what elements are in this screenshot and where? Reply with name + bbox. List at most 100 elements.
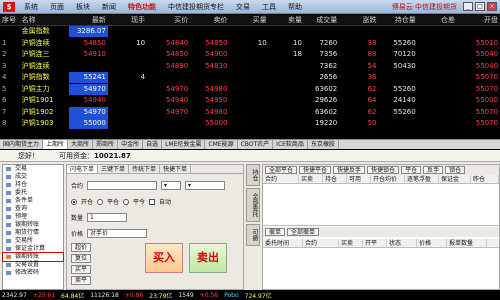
tab-cbot[interactable]: CBOT农产 xyxy=(238,140,274,149)
col-header[interactable]: 状态 xyxy=(387,239,417,247)
price-input[interactable]: 对手价 xyxy=(87,229,148,238)
quote-row[interactable]: 6 沪铜1901 54940 54940 54950 29626 64 24140 55000 xyxy=(0,95,500,107)
col-header[interactable]: 合约 xyxy=(263,175,299,183)
col-header[interactable]: 可用 xyxy=(347,175,371,183)
nav-item-margin-calc[interactable]: 保证金计算 xyxy=(3,245,63,253)
quote-row[interactable]: 2 沪铜连三 54910 54850 54900 18 7356 88 70120 55040 xyxy=(0,49,500,61)
close-button[interactable]: 平仓 xyxy=(401,166,422,174)
tab-positions[interactable]: 持仓 xyxy=(246,164,260,186)
lock-button[interactable]: 锁仓 xyxy=(445,166,466,174)
over-price-button[interactable]: 超价 xyxy=(71,243,92,252)
col-header[interactable]: 持仓 xyxy=(323,175,347,183)
tab-domestic-main[interactable]: 国内期货主力 xyxy=(0,140,44,149)
col-header[interactable]: 买量 xyxy=(229,15,268,25)
col-header[interactable]: 成交量 xyxy=(304,15,339,25)
tab-all-orders[interactable]: 全部委托 xyxy=(246,188,260,222)
tab-watchlist[interactable]: 自选 xyxy=(143,140,163,149)
tab-lme[interactable]: LME伦敦金属 xyxy=(162,140,206,149)
col-header[interactable]: 卖量 xyxy=(269,15,304,25)
quick-reverse-button[interactable]: 快捷反手 xyxy=(333,166,366,174)
auto-checkbox[interactable] xyxy=(149,198,156,205)
col-header[interactable]: 最新 xyxy=(69,15,108,25)
col-header[interactable]: 名称 xyxy=(22,15,69,25)
reset-button[interactable]: 复位 xyxy=(71,254,92,263)
tab-cme[interactable]: CME能源 xyxy=(205,140,238,149)
menu-features[interactable]: 特色功能 xyxy=(122,2,162,12)
nav-item-market[interactable]: 期货行情 xyxy=(3,229,63,237)
buy-close-button[interactable]: 买平 xyxy=(71,265,92,274)
quote-row[interactable]: 金属指数 3286.07 xyxy=(0,26,500,38)
col-header[interactable]: 涨跌 xyxy=(339,15,378,25)
nav-item-query[interactable]: 查询 xyxy=(3,205,63,213)
reverse-button[interactable]: 反手 xyxy=(423,166,444,174)
quick-close-button[interactable]: 快捷平仓 xyxy=(299,166,332,174)
close-icon[interactable]: × xyxy=(487,2,497,11)
buy-button[interactable]: 买入 xyxy=(145,243,183,273)
qty-input[interactable]: 1 xyxy=(87,213,128,222)
col-header[interactable]: 昨仓 xyxy=(471,175,499,183)
tab-three-key-order[interactable]: 三键下单 xyxy=(98,165,130,173)
col-header[interactable]: 价格 xyxy=(417,239,447,247)
col-header[interactable]: 现手 xyxy=(108,15,147,25)
nav-item-exchange[interactable]: 交易所 xyxy=(3,237,63,245)
nav-item-transfer[interactable]: 银期转账 xyxy=(3,221,63,229)
col-header[interactable]: 卖价 xyxy=(190,15,229,25)
col-header[interactable]: 序号 xyxy=(0,15,22,25)
col-header[interactable]: 持仓量 xyxy=(378,15,417,25)
quote-row[interactable]: 4 沪铜指数 55241 4 2656 36 55070 xyxy=(0,72,500,84)
menu-page[interactable]: 页面 xyxy=(44,2,70,12)
tab-czce[interactable]: 郑商所 xyxy=(93,140,119,149)
col-header[interactable]: 开仓均价 xyxy=(371,175,405,183)
tab-ice[interactable]: ICE软商品 xyxy=(273,140,308,149)
quote-row[interactable]: 7 沪铜1902 54970 54970 54980 63602 62 55260 55070 xyxy=(0,106,500,119)
nav-item-trade[interactable]: 交易 xyxy=(3,165,63,173)
sell-button[interactable]: 卖出 xyxy=(189,243,227,273)
nav-item-fills[interactable]: 成交 xyxy=(3,173,63,181)
menu-news[interactable]: 新闻 xyxy=(96,2,122,12)
nav-item-positions[interactable]: 持仓 xyxy=(3,181,63,189)
col-header[interactable]: 逐笔浮盈 xyxy=(405,175,439,183)
quote-row[interactable]: 3 沪铜连续 54890 54830 7362 54 50430 55040 xyxy=(0,61,500,73)
col-header[interactable]: 保证金 xyxy=(439,175,471,183)
menu-system[interactable]: 系统 xyxy=(18,2,44,12)
nav-item-conditional[interactable]: 条件单 xyxy=(3,197,63,205)
open-radio[interactable] xyxy=(71,198,77,205)
quote-row[interactable]: 8 沪铜1903 55000 55000 19220 50 55070 xyxy=(0,118,500,130)
nav-item-preset[interactable]: 预埋 xyxy=(3,213,63,221)
tab-shfe[interactable]: 上期所 xyxy=(43,140,69,149)
menu-sector[interactable]: 板块 xyxy=(70,2,96,12)
contract-type-select[interactable]: ▾ xyxy=(161,181,182,190)
col-header[interactable]: 开平 xyxy=(363,239,387,247)
nav-item-settings[interactable]: 交易设置 xyxy=(3,261,63,269)
maximize-icon[interactable]: □ xyxy=(475,2,485,11)
nav-item-orders[interactable]: 委托 xyxy=(3,189,63,197)
tab-classic-order[interactable]: 传统下单 xyxy=(129,165,161,173)
menu-column[interactable]: 中信建投期货专栏 xyxy=(162,2,230,12)
tab-cffex[interactable]: 中金所 xyxy=(118,140,144,149)
sell-close-button[interactable]: 卖平 xyxy=(71,276,92,285)
tab-quick-order[interactable]: 快捷下单 xyxy=(160,165,192,173)
minimize-icon[interactable]: _ xyxy=(463,2,473,11)
contract-input[interactable] xyxy=(87,181,158,190)
col-header[interactable]: 开盘 xyxy=(457,15,500,25)
menu-help[interactable]: 帮助 xyxy=(282,2,308,12)
col-header[interactable]: 仓差 xyxy=(418,15,457,25)
cancel-all-button[interactable]: 全部撤单 xyxy=(287,228,320,236)
tab-flash-order[interactable]: 闪电下单 xyxy=(67,165,99,173)
nav-item-bank-transfer[interactable]: 银期转账 xyxy=(2,252,64,262)
tab-dce[interactable]: 大商所 xyxy=(68,140,94,149)
closetoday-radio[interactable] xyxy=(123,198,130,205)
tab-cancellable[interactable]: 可撤 xyxy=(246,224,260,246)
col-header[interactable]: 合约 xyxy=(303,239,339,247)
tab-tocom[interactable]: 东京橡胶 xyxy=(308,140,339,149)
col-header[interactable]: 报单数量 xyxy=(447,239,487,247)
quote-row[interactable]: 5 沪铜主力 54970 54970 54980 63602 62 55260 55070 xyxy=(0,83,500,96)
quick-lock-button[interactable]: 快捷锁仓 xyxy=(367,166,400,174)
col-header[interactable]: 买价 xyxy=(147,15,190,25)
menu-tools[interactable]: 工具 xyxy=(256,2,282,12)
close-radio[interactable] xyxy=(97,198,104,205)
close-all-button[interactable]: 全部平仓 xyxy=(265,166,298,174)
menu-trade[interactable]: 交易 xyxy=(230,2,256,12)
col-header[interactable]: 委托时间 xyxy=(263,239,303,247)
col-header[interactable]: 买卖 xyxy=(339,239,363,247)
